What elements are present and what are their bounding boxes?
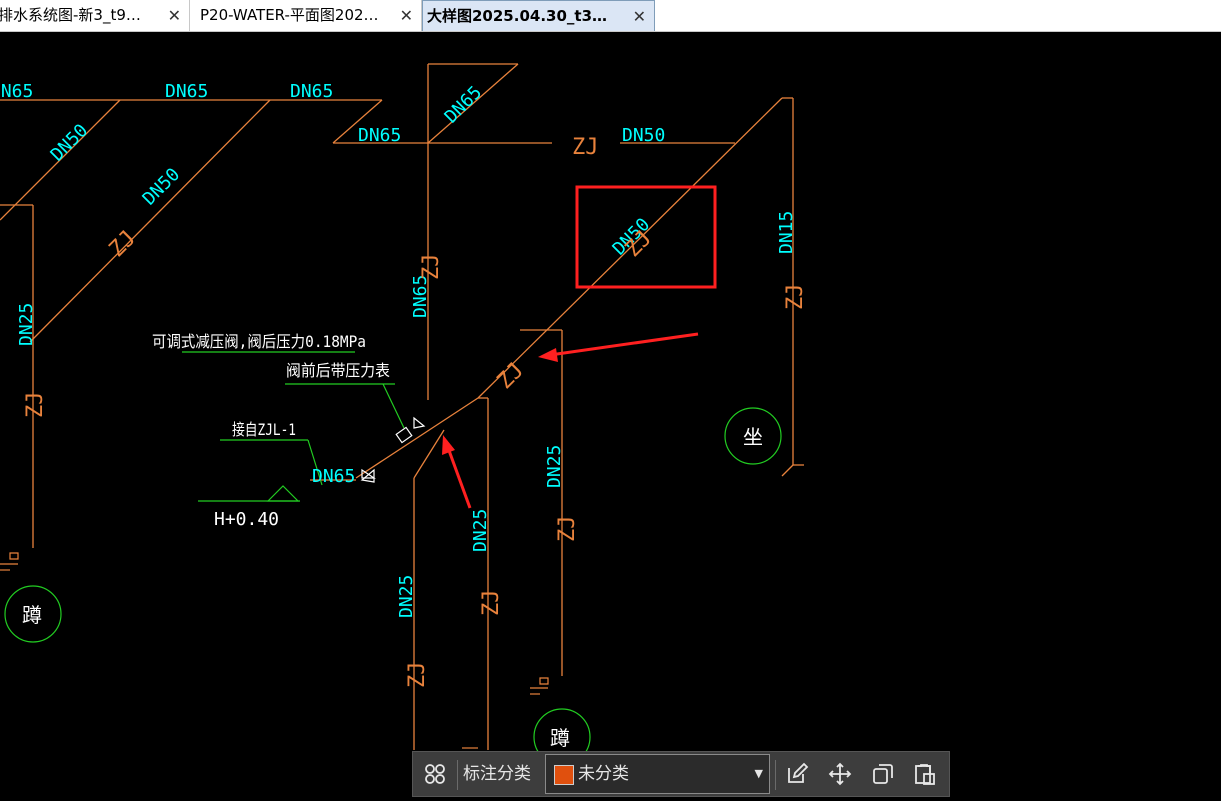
tab-label: 大样图2025.04.30_t3… [427, 7, 608, 25]
elevation-label: H+0.40 [214, 509, 279, 530]
tab-water-plan[interactable]: P20-WATER-平面图202… ✕ [190, 0, 422, 31]
source-note: 接自ZJL-1 [232, 420, 296, 439]
document-tab-bar: 排水系统图-新3_t9… ✕ P20-WATER-平面图202… ✕ 大样图20… [0, 0, 1221, 32]
fixture-label-squat: 蹲 [22, 603, 42, 627]
paste-icon[interactable] [913, 762, 937, 786]
dn-label: DN65 [290, 81, 333, 102]
category-select-value: 未分类 [578, 764, 629, 784]
copy-icon[interactable] [871, 762, 895, 786]
dn-label: DN25 [16, 303, 37, 346]
zj-label: ZJ [555, 516, 580, 543]
fixture-label-squat: 蹲 [550, 726, 570, 750]
zj-label: ZJ [783, 284, 808, 311]
dn-label: DN50 [139, 164, 185, 210]
dn-label: DN25 [396, 575, 417, 618]
arrow-line [549, 332, 699, 357]
cad-drawing-canvas[interactable]: DN65 DN65 DN65 DN65 DN50 DN65 DN65 DN50 … [0, 32, 1221, 797]
close-icon[interactable]: ✕ [168, 0, 181, 31]
annotations: 可调式减压阀,阀后压力0.18MPa 阀前后带压力表 接自ZJL-1 H+0.4… [22, 332, 763, 750]
dn-label: DN25 [544, 445, 565, 488]
dn-label: DN65 [358, 125, 401, 146]
zj-label: ZJ [23, 392, 48, 419]
color-swatch [554, 765, 574, 785]
leader-lines [4, 351, 782, 766]
edit-icon[interactable] [785, 762, 809, 786]
arrow-line [445, 444, 472, 509]
dn-label: DN65 [0, 81, 33, 102]
tab-label: 排水系统图-新3_t9… [0, 6, 141, 24]
dn-label: DN65 [410, 275, 431, 318]
diameter-labels: DN65 DN65 DN65 DN65 DN50 DN65 DN65 DN50 … [0, 81, 797, 618]
divider [775, 760, 776, 790]
grid-icon[interactable] [423, 762, 447, 786]
dn-label: DN65 [312, 466, 355, 487]
tab-drainage-system[interactable]: 排水系统图-新3_t9… ✕ [0, 0, 190, 31]
zj-label: ZJ [405, 662, 430, 689]
arrow-heads [442, 348, 558, 455]
fixture-label-seat: 坐 [743, 425, 763, 449]
dn-label: DN25 [470, 509, 491, 552]
dn-label: DN65 [441, 82, 487, 128]
zj-label: ZJ [479, 590, 504, 617]
valve-note: 可调式减压阀,阀后压力0.18MPa [152, 332, 366, 351]
valve-symbols [360, 416, 426, 483]
zj-label: ZJ [572, 135, 599, 160]
dn-label: DN65 [165, 81, 208, 102]
close-icon[interactable]: ✕ [400, 0, 413, 31]
highlight-markup [445, 185, 717, 509]
move-icon[interactable] [828, 762, 852, 786]
fixture-connectors [0, 552, 549, 749]
category-label: 标注分类 [463, 764, 531, 784]
close-icon[interactable]: ✕ [633, 1, 646, 31]
pipe-lines [0, 63, 804, 750]
tab-label: P20-WATER-平面图202… [200, 6, 379, 24]
zj-label: ZJ [493, 358, 529, 394]
chevron-down-icon: ▼ [754, 767, 763, 780]
zj-label: ZJ [419, 254, 444, 281]
dn-label: DN50 [622, 125, 665, 146]
divider [457, 760, 458, 790]
category-select[interactable]: 未分类 ▼ [545, 754, 770, 794]
dn-label: DN50 [47, 120, 93, 166]
zj-label: ZJ [105, 226, 141, 262]
gauge-note: 阀前后带压力表 [286, 361, 390, 380]
annotation-toolbar: 标注分类 未分类 ▼ [412, 751, 950, 797]
tab-detail-drawing[interactable]: 大样图2025.04.30_t3… ✕ [422, 0, 655, 31]
dn-label: DN15 [776, 211, 797, 254]
